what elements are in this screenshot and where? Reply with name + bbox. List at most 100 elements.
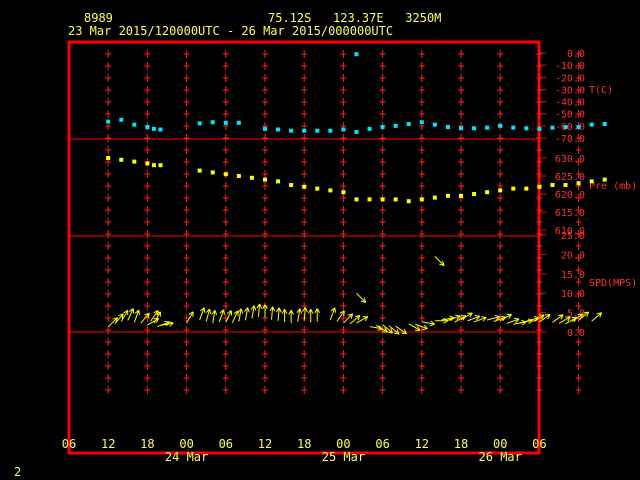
temperature-point <box>223 120 228 125</box>
wind-arrow-head <box>214 310 218 316</box>
y-tick-label: 630.0 <box>555 154 585 165</box>
temperature-point <box>119 117 124 122</box>
temperature-point <box>550 125 555 130</box>
pressure-point <box>472 192 477 196</box>
panel-label: T(C) <box>589 85 613 96</box>
pressure-point <box>537 184 542 189</box>
pressure-point <box>302 184 307 189</box>
y-tick-label: -40.0 <box>555 98 585 109</box>
temperature-point <box>602 122 607 127</box>
wind-arrow-head <box>449 315 455 319</box>
wind-arrow-head <box>500 315 506 318</box>
temperature-point <box>341 127 346 132</box>
meteogram: 0.0-10.0-20.0-30.0-40.0-50.0-60.0-70.0T(… <box>62 40 637 464</box>
temperature-point <box>511 125 516 130</box>
temperature-point <box>197 121 202 126</box>
pressure-point <box>151 163 156 168</box>
y-tick-label: 0.0 <box>567 328 585 339</box>
panel-label: SPD(MPS) <box>589 278 637 289</box>
wind-arrow-head <box>429 323 435 327</box>
pressure-point <box>485 190 490 195</box>
y-tick-label: 10.0 <box>561 289 585 300</box>
temperature-point <box>537 126 542 131</box>
pressure-point <box>289 183 294 187</box>
x-tick-label: 12 <box>258 437 272 451</box>
y-tick-label: -10.0 <box>555 61 585 72</box>
pressure-point <box>210 170 215 175</box>
temperature-point <box>380 125 385 130</box>
temperature-point <box>589 122 594 127</box>
wind-arrow-head <box>240 308 244 314</box>
pressure-point <box>445 193 450 198</box>
x-tick-label: 00 <box>336 437 350 451</box>
temperature-point <box>158 127 163 132</box>
pressure-point <box>498 188 503 193</box>
pressure-point <box>328 188 333 193</box>
wind-arrow-head <box>253 305 257 311</box>
pressure-point <box>106 156 111 160</box>
y-tick-label: 615.0 <box>555 208 585 219</box>
pressure-point <box>249 175 254 180</box>
temperature-point <box>576 125 581 130</box>
pressure-point <box>119 157 124 162</box>
y-tick-label: -50.0 <box>555 110 585 121</box>
temperature-point <box>485 125 490 130</box>
grid-ticks <box>105 50 582 394</box>
pressure-point <box>380 197 385 202</box>
wind-arrow-head <box>334 307 337 313</box>
pressure-point <box>550 183 555 187</box>
x-tick-label: 00 <box>493 437 507 451</box>
date-label: 25 Mar <box>322 450 365 464</box>
pressure-point <box>589 179 594 184</box>
pressure-point <box>341 190 346 195</box>
temperature-point <box>263 126 267 131</box>
x-tick-label: 12 <box>101 437 115 451</box>
x-tick-label: 18 <box>454 437 468 451</box>
x-tick-label: 06 <box>62 437 76 451</box>
temperature-point <box>459 126 463 131</box>
pressure-point <box>197 168 202 173</box>
temperature-point <box>302 128 307 133</box>
temperature-point <box>106 119 111 124</box>
pressure-point <box>276 179 281 184</box>
temperature-point <box>276 127 281 132</box>
x-tick-label: 18 <box>297 437 311 451</box>
x-tick-label: 00 <box>179 437 193 451</box>
wind-arrow-head <box>558 314 564 316</box>
pressure-point <box>263 177 267 182</box>
x-tick-label: 06 <box>219 437 233 451</box>
pressure-point <box>145 161 150 166</box>
pressure-point <box>315 186 320 191</box>
x-tick-label: 06 <box>532 437 546 451</box>
temperature-point <box>432 122 437 127</box>
panel-label: Pre (mb) <box>589 181 637 192</box>
wind-arrow-head <box>577 313 583 316</box>
wind-arrow-head <box>203 307 206 313</box>
pressure-point <box>406 199 411 204</box>
y-tick-label: 20.0 <box>561 250 585 261</box>
temperature-point <box>472 126 477 131</box>
temperature-point <box>524 126 529 131</box>
y-tick-label: -20.0 <box>555 73 585 84</box>
wind-arrow-head <box>481 316 487 318</box>
temperature-point <box>210 120 215 125</box>
pressure-point <box>524 186 529 191</box>
x-tick-label: 12 <box>415 437 429 451</box>
x-tick-label: 18 <box>140 437 154 451</box>
wind-arrow-head <box>455 314 461 317</box>
temperature-point <box>419 120 424 125</box>
y-tick-label: -70.0 <box>555 134 585 145</box>
pressure-point <box>511 186 516 191</box>
temperature-point <box>406 122 411 127</box>
wind-arrow-head <box>422 328 428 330</box>
y-tick-label: 620.0 <box>555 190 585 201</box>
pressure-point <box>158 163 163 168</box>
wind-arrow-head <box>209 308 212 314</box>
x-tick-label: 06 <box>375 437 389 451</box>
temperature-point <box>367 126 372 131</box>
y-tick-label: 15.0 <box>561 270 585 281</box>
temperature-point <box>498 123 503 128</box>
y-tick-label: 25.0 <box>561 231 585 242</box>
axis-labels: 0.0-10.0-20.0-30.0-40.0-50.0-60.0-70.0T(… <box>62 49 637 464</box>
wind-arrow-head <box>545 313 551 316</box>
